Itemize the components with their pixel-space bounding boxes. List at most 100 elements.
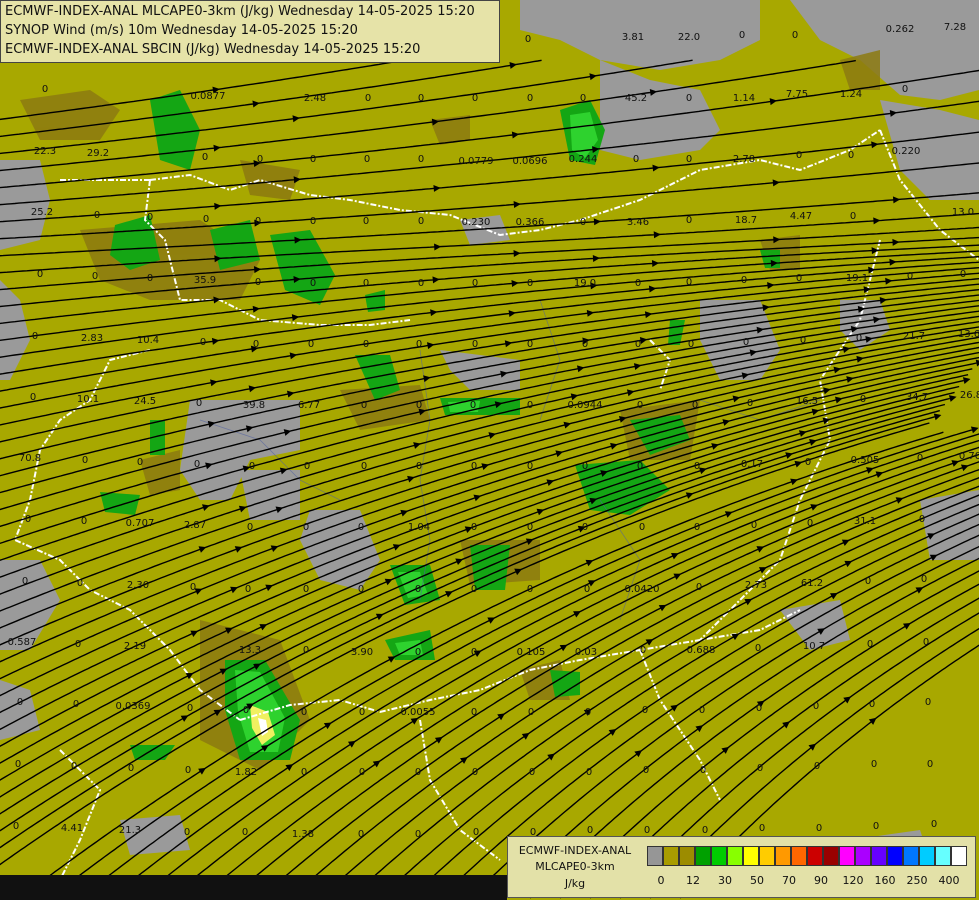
station-value: 0 [529, 767, 535, 778]
station-value: 0 [848, 150, 854, 161]
station-value: 0 [310, 154, 316, 165]
station-value: 0 [196, 398, 202, 409]
station-value: 0 [415, 584, 421, 595]
station-value: 0 [82, 455, 88, 466]
station-value: 0 [743, 337, 749, 348]
legend-swatch [887, 846, 903, 866]
legend-swatch [759, 846, 775, 866]
station-value: 0.707 [126, 518, 155, 529]
station-value: 0 [702, 825, 708, 836]
station-value: 0.366 [516, 217, 545, 228]
station-value: 0 [418, 278, 424, 289]
bottom-band [0, 875, 507, 900]
station-value: 6.77 [298, 400, 320, 411]
station-value: 0 [308, 339, 314, 350]
station-value: 0 [364, 154, 370, 165]
station-value: 2.87 [184, 520, 206, 531]
station-value: 0 [473, 827, 479, 838]
station-value: 0 [471, 647, 477, 658]
map-canvas: 0 0.0877 2.48 0 0 0 0 0 45.2 0 1.14 7.75 1.24 0 3.81 22… [0, 0, 979, 900]
station-value: 0 [13, 821, 19, 832]
station-value: 0.0944 [568, 400, 603, 411]
station-value: 0 [633, 154, 639, 165]
station-value: 0.262 [886, 24, 915, 35]
station-value: 0 [310, 278, 316, 289]
station-value: 0 [907, 271, 913, 282]
legend-tick: 30 [718, 874, 732, 887]
station-value: 0 [30, 392, 36, 403]
legend-swatch [743, 846, 759, 866]
station-value: 7.75 [786, 89, 808, 100]
station-value: 0 [94, 210, 100, 221]
station-value: 0 [582, 461, 588, 472]
legend-tick: 120 [842, 874, 864, 887]
station-value: 0 [527, 461, 533, 472]
station-value: 0 [303, 522, 309, 533]
station-value: 1.14 [733, 93, 755, 104]
station-value: 0 [919, 514, 925, 525]
station-value: 0.0420 [625, 584, 660, 595]
station-value: 19.1 [846, 273, 868, 284]
station-value: 0 [42, 84, 48, 95]
station-value: 0 [587, 825, 593, 836]
station-value: 1.82 [235, 767, 257, 778]
station-value: 0 [255, 216, 261, 227]
station-value: 0 [471, 461, 477, 472]
station-value: 61.2 [801, 578, 823, 589]
legend-swatch [839, 846, 855, 866]
station-value: 0 [358, 522, 364, 533]
station-value: 0 [637, 400, 643, 411]
station-value: 0 [202, 152, 208, 163]
station-value: 0 [751, 520, 757, 531]
legend-swatch [871, 846, 887, 866]
station-value: 0 [203, 214, 209, 225]
legend-tick: 0 [657, 874, 665, 887]
station-value: 0 [472, 278, 478, 289]
station-value: 0.0779 [459, 156, 494, 167]
station-value: 0 [415, 647, 421, 658]
map-header: ECMWF-INDEX-ANAL MLCAPE0-3km (J/kg) Wedn… [0, 0, 500, 63]
station-value: 0.244 [569, 154, 598, 165]
legend-swatch [695, 846, 711, 866]
legend-swatch [919, 846, 935, 866]
station-value: 0 [243, 705, 249, 716]
station-value: 2.30 [127, 580, 149, 591]
station-value: 0 [361, 400, 367, 411]
station-value: 0 [25, 514, 31, 525]
station-value: 0 [741, 275, 747, 286]
station-value: 0 [792, 30, 798, 41]
station-value: 1.04 [408, 522, 430, 533]
legend-swatch [663, 846, 679, 866]
station-value: 70.8 [19, 453, 41, 464]
station-value: 0 [699, 705, 705, 716]
station-value: 0 [365, 93, 371, 104]
station-value: 0 [739, 30, 745, 41]
station-value: 0 [527, 584, 533, 595]
station-value: 22.3 [34, 146, 56, 157]
weather-map: 0 0.0877 2.48 0 0 0 0 0 45.2 0 1.14 7.75 1.24 0 3.81 22… [0, 0, 979, 900]
station-value: 10.4 [137, 335, 159, 346]
station-value: 13.6 [958, 329, 979, 340]
station-value: 0 [22, 576, 28, 587]
station-value: 45.2 [625, 93, 647, 104]
station-value: 0 [190, 582, 196, 593]
station-value: 0 [816, 823, 822, 834]
station-value: 0 [923, 637, 929, 648]
station-value: 2.19 [124, 641, 146, 652]
station-value: 0 [75, 639, 81, 650]
header-line-1: ECMWF-INDEX-ANAL MLCAPE0-3km (J/kg) Wedn… [5, 4, 475, 19]
station-value: 0.230 [462, 217, 491, 228]
legend-units: J/kg [564, 877, 586, 890]
color-legend: ECMWF-INDEX-ANAL MLCAPE0-3km J/kg 0 12 30 5… [507, 836, 976, 898]
station-value: 0 [639, 522, 645, 533]
station-value: 34.7 [906, 392, 928, 403]
station-value: 0 [528, 707, 534, 718]
station-value: 0 [187, 703, 193, 714]
station-value: 0 [921, 574, 927, 585]
station-value: 0.17 [741, 459, 763, 470]
station-value: 0 [242, 827, 248, 838]
station-value: 21.7 [903, 331, 925, 342]
station-value: 0 [800, 335, 806, 346]
station-value: 0 [584, 584, 590, 595]
legend-swatch [855, 846, 871, 866]
